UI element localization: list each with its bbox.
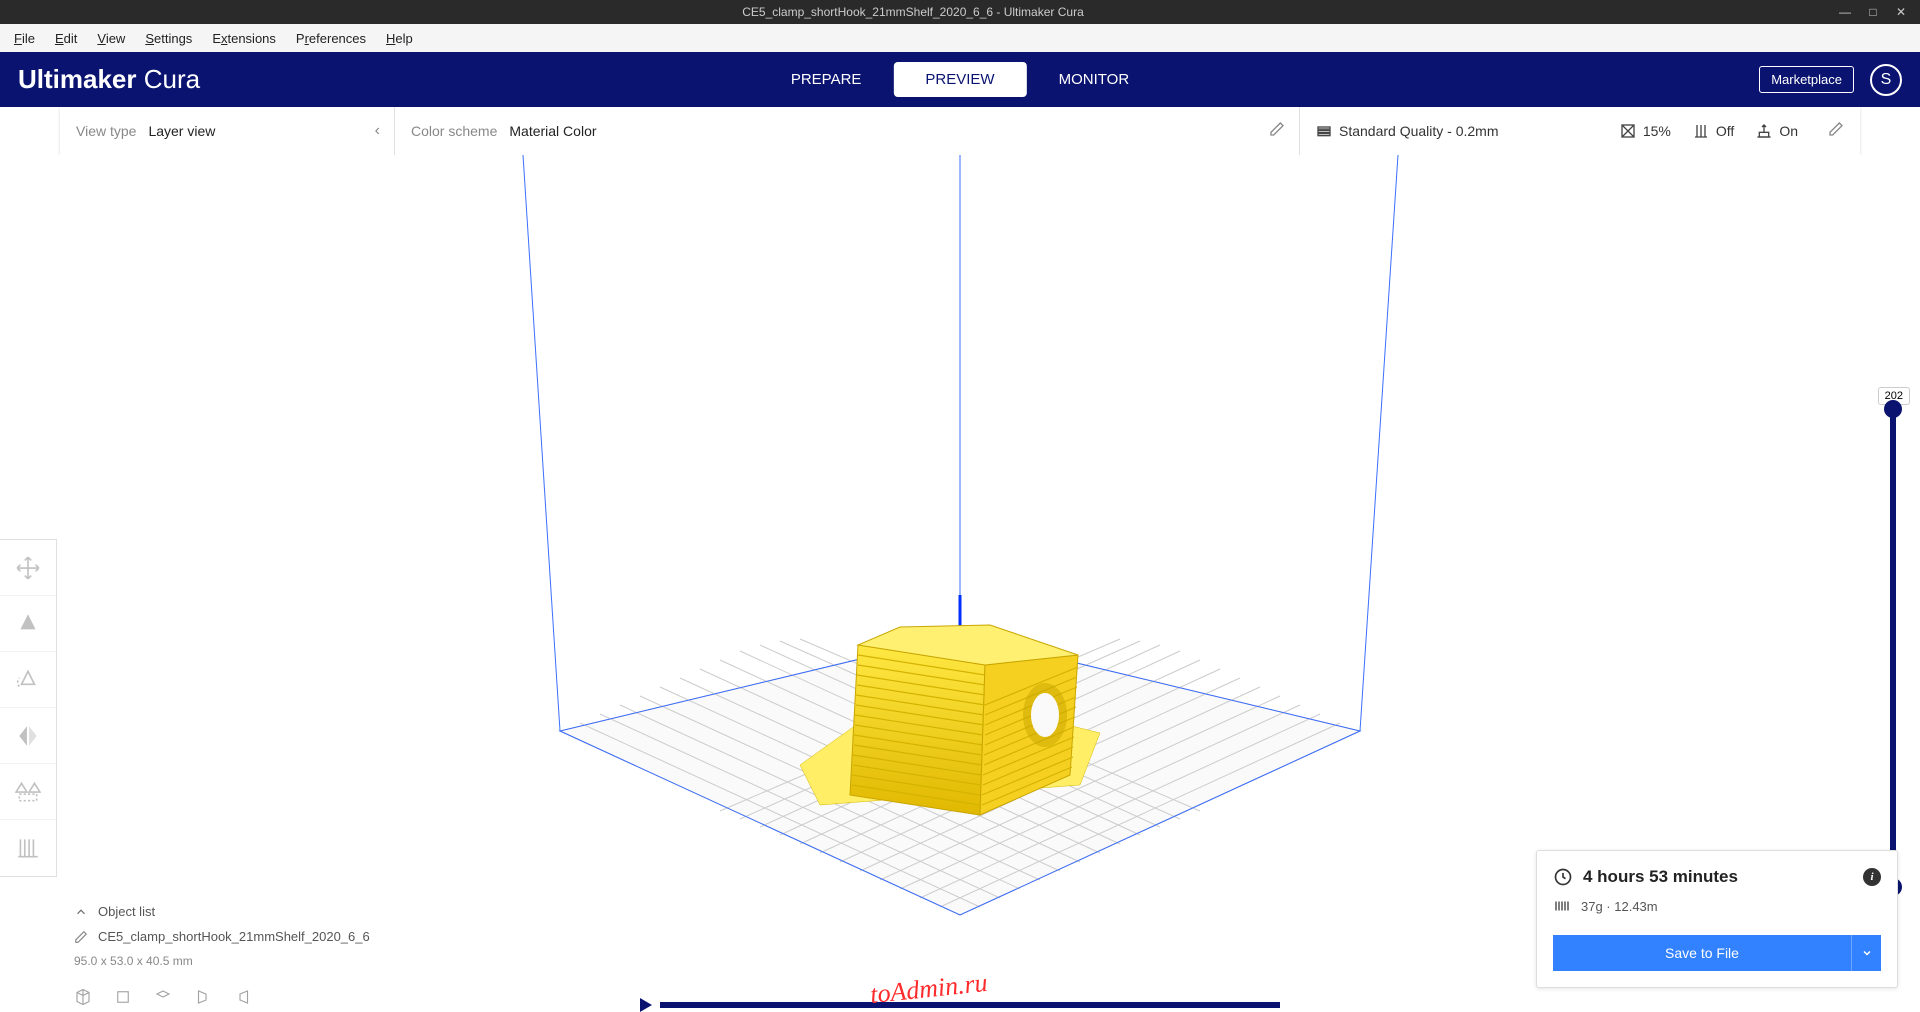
chevron-left-icon[interactable]: ‹ bbox=[375, 122, 380, 140]
support-setting: Off bbox=[1693, 123, 1734, 139]
view-toolbar bbox=[74, 988, 252, 1006]
tool-mirror[interactable] bbox=[0, 708, 56, 764]
view-top-icon[interactable] bbox=[154, 988, 172, 1006]
print-settings[interactable]: Standard Quality - 0.2mm 15% Off On bbox=[1300, 107, 1860, 155]
simulation-slider[interactable] bbox=[660, 1002, 1280, 1008]
viewtype-label: View type bbox=[76, 123, 136, 139]
print-info-panel: 4 hours 53 minutes i 37g · 12.43m Save t… bbox=[1536, 850, 1898, 988]
clock-icon bbox=[1553, 867, 1573, 887]
view-right-icon[interactable] bbox=[234, 988, 252, 1006]
view-front-icon[interactable] bbox=[114, 988, 132, 1006]
colorscheme-selector[interactable]: Color scheme Material Color bbox=[395, 107, 1300, 155]
tool-per-model[interactable] bbox=[0, 764, 56, 820]
menubar: File Edit View Settings Extensions Prefe… bbox=[0, 24, 1920, 52]
tab-prepare[interactable]: PREPARE bbox=[759, 62, 894, 97]
menu-extensions[interactable]: Extensions bbox=[202, 27, 286, 50]
adhesion-setting: On bbox=[1756, 123, 1798, 139]
colorscheme-value: Material Color bbox=[509, 123, 596, 139]
simulation-play-button[interactable] bbox=[640, 998, 652, 1012]
object-item[interactable]: CE5_clamp_shortHook_21mmShelf_2020_6_6 bbox=[74, 929, 370, 944]
app-header: Ultimaker Cura PREPARE PREVIEW MONITOR M… bbox=[0, 52, 1920, 107]
info-icon[interactable]: i bbox=[1863, 868, 1881, 886]
object-dimensions: 95.0 x 53.0 x 40.5 mm bbox=[74, 954, 370, 968]
pencil-icon[interactable] bbox=[1269, 121, 1285, 142]
colorscheme-label: Color scheme bbox=[411, 123, 497, 139]
left-toolbar bbox=[0, 539, 57, 877]
window-titlebar: CE5_clamp_shortHook_21mmShelf_2020_6_6 -… bbox=[0, 0, 1920, 24]
tab-monitor[interactable]: MONITOR bbox=[1027, 62, 1162, 97]
save-to-file-button[interactable]: Save to File bbox=[1553, 935, 1851, 971]
filament-icon bbox=[1553, 897, 1571, 915]
app-logo: Ultimaker Cura bbox=[18, 64, 200, 95]
tool-move[interactable] bbox=[0, 540, 56, 596]
tool-rotate[interactable] bbox=[0, 652, 56, 708]
menu-help[interactable]: Help bbox=[376, 27, 423, 50]
print-time: 4 hours 53 minutes bbox=[1583, 867, 1738, 887]
menu-edit[interactable]: Edit bbox=[45, 27, 87, 50]
object-info: Object list CE5_clamp_shortHook_21mmShel… bbox=[74, 904, 370, 968]
view-3d-icon[interactable] bbox=[74, 988, 92, 1006]
view-left-icon[interactable] bbox=[194, 988, 212, 1006]
object-list-toggle[interactable]: Object list bbox=[74, 904, 370, 919]
window-title: CE5_clamp_shortHook_21mmShelf_2020_6_6 -… bbox=[0, 5, 1826, 19]
layer-slider[interactable] bbox=[1890, 403, 1896, 893]
viewtype-value: Layer view bbox=[148, 123, 215, 139]
tab-preview[interactable]: PREVIEW bbox=[893, 62, 1026, 97]
pencil-icon[interactable] bbox=[1828, 121, 1844, 142]
menu-view[interactable]: View bbox=[87, 27, 135, 50]
close-icon[interactable]: ✕ bbox=[1894, 5, 1908, 19]
menu-settings[interactable]: Settings bbox=[135, 27, 202, 50]
chevron-down-icon bbox=[1861, 947, 1873, 959]
maximize-icon[interactable]: □ bbox=[1866, 5, 1880, 19]
user-avatar[interactable]: S bbox=[1870, 64, 1902, 96]
tool-support-blocker[interactable] bbox=[0, 820, 56, 876]
viewtype-selector[interactable]: View type Layer view ‹ bbox=[60, 107, 395, 155]
tool-scale[interactable] bbox=[0, 596, 56, 652]
viewport[interactable]: 202 Object list CE5_clamp_shortHook_21mm… bbox=[0, 155, 1920, 1012]
infill-setting: 15% bbox=[1620, 123, 1671, 139]
quality-setting: Standard Quality - 0.2mm bbox=[1316, 123, 1499, 139]
save-dropdown-button[interactable] bbox=[1851, 935, 1881, 971]
minimize-icon[interactable]: — bbox=[1838, 5, 1852, 19]
marketplace-button[interactable]: Marketplace bbox=[1759, 66, 1854, 93]
print-material: 37g · 12.43m bbox=[1581, 899, 1658, 914]
config-bar: View type Layer view ‹ Color scheme Mate… bbox=[60, 107, 1860, 155]
menu-preferences[interactable]: Preferences bbox=[286, 27, 376, 50]
layer-slider-handle-top[interactable] bbox=[1884, 400, 1902, 418]
menu-file[interactable]: File bbox=[4, 27, 45, 50]
